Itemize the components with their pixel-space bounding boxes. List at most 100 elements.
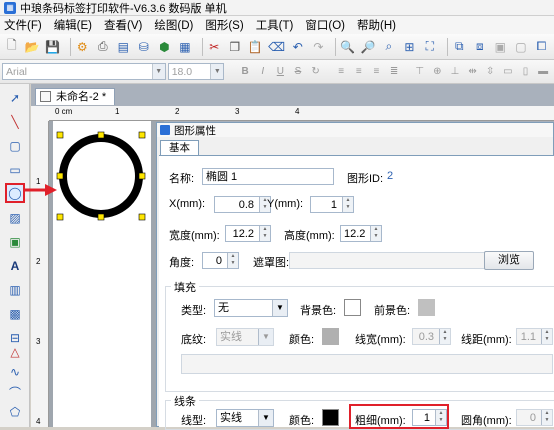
open-folder-icon[interactable]: 📂 (25, 38, 41, 56)
triangle-icon[interactable]: △ (5, 342, 25, 362)
menu-draw[interactable]: 绘图(D) (154, 17, 193, 33)
italic-icon[interactable]: I (256, 65, 270, 79)
align-bottom-icon[interactable]: ⊥ (448, 65, 462, 79)
label-page[interactable] (53, 121, 151, 427)
zoom-fit-icon[interactable]: ⌕ (381, 38, 397, 56)
arc-icon[interactable]: ⌒ (5, 382, 25, 402)
paste-icon[interactable]: 📋 (248, 38, 264, 56)
polygon-icon[interactable]: ⬠ (5, 402, 25, 422)
fullscreen-icon[interactable]: ⛶ (422, 38, 438, 56)
fill-color-swatch[interactable] (322, 328, 339, 345)
align-middle-icon[interactable]: ⊕ (431, 65, 445, 79)
browse-button[interactable]: 浏览 (484, 251, 534, 270)
strike-icon[interactable]: S (291, 65, 305, 79)
spinner-icon[interactable]: ▲ ▼ (435, 410, 446, 425)
undo-icon[interactable]: ↶ (290, 38, 306, 56)
bold-icon[interactable]: B (238, 65, 252, 79)
new-file-icon[interactable]: 🗋 (4, 38, 20, 56)
save-icon[interactable]: 💾 (45, 38, 61, 56)
underline-icon[interactable]: U (274, 65, 288, 79)
menu-view[interactable]: 查看(V) (104, 17, 142, 33)
menu-window[interactable]: 窗口(O) (305, 17, 345, 33)
fg-color-swatch[interactable] (418, 299, 435, 316)
height-input[interactable]: 12.2 ▲ ▼ (340, 225, 382, 242)
same-height-icon[interactable]: ▬ (536, 65, 550, 79)
database-icon[interactable]: ⛁ (136, 38, 152, 56)
qrcode-icon[interactable]: ▩ (5, 304, 25, 324)
draw-line-icon[interactable]: ╲ (5, 112, 25, 132)
spinner-icon[interactable]: ▲ ▼ (370, 226, 381, 241)
line-spacing-input[interactable]: 1.1 ▲ ▼ (516, 328, 553, 345)
spinner-icon[interactable]: ▲ ▼ (259, 226, 270, 241)
corner-radius-input[interactable]: 0 ▲ ▼ (516, 409, 553, 426)
image-icon[interactable]: ▨ (5, 208, 25, 228)
name-input[interactable]: 椭圆 1 (202, 168, 334, 185)
width-input[interactable]: 12.2 ▲ ▼ (225, 225, 271, 242)
select-pointer-icon[interactable]: ➚ (5, 88, 25, 108)
draw-rounded-rect-icon[interactable]: ▢ (5, 136, 25, 156)
tab-basic[interactable]: 基本 (160, 140, 199, 156)
ellipse-shape[interactable] (53, 121, 151, 241)
menu-edit[interactable]: 编辑(E) (54, 17, 92, 33)
bring-front-icon[interactable]: ⧉ (452, 38, 468, 56)
spinner-icon[interactable]: ▲ ▼ (342, 197, 353, 212)
document-tab[interactable]: 未命名-2 * (35, 88, 116, 105)
align-right-icon[interactable]: ≡ (370, 65, 384, 79)
rotate-icon[interactable]: ↻ (309, 65, 323, 79)
lock-icon[interactable]: ⧠ (534, 38, 550, 56)
barcode-icon[interactable]: ▥ (5, 280, 25, 300)
line-color-swatch[interactable] (322, 409, 339, 426)
draw-rect-icon[interactable]: ▭ (5, 160, 25, 180)
y-input[interactable]: 1 ▲ ▼ (310, 196, 354, 213)
picture-icon[interactable]: ▣ (5, 232, 25, 252)
spinner-icon[interactable]: ▲ ▼ (439, 329, 450, 344)
pattern-select[interactable]: 实线 ▼ (216, 328, 274, 346)
basic-panel: 名称: 椭圆 1 图形ID: 2 X(mm): 0.8 ▲ ▼ Y(mm): 1 … (159, 155, 554, 430)
delete-icon[interactable]: ⌫ (268, 38, 285, 56)
print-preview-icon[interactable]: ▤ (116, 38, 132, 56)
align-center-icon[interactable]: ≡ (352, 65, 366, 79)
same-width-icon[interactable]: ▯ (519, 65, 533, 79)
mask-input[interactable] (289, 252, 485, 269)
cube-icon[interactable]: ⬢ (157, 38, 173, 56)
curve-icon[interactable]: ∿ (5, 362, 25, 382)
fill-type-select[interactable]: 无 ▼ (214, 299, 288, 317)
menu-shape[interactable]: 图形(S) (205, 17, 243, 33)
distribute-v-icon[interactable]: ⇳ (483, 65, 497, 79)
zoom-out-icon[interactable]: 🔎 (361, 38, 377, 56)
font-size-select[interactable]: 18.0 ▼ (167, 63, 225, 80)
design-canvas[interactable] (49, 121, 164, 427)
spinner-icon[interactable]: ▲ ▼ (227, 253, 238, 268)
dialog-title-bar: 图形属性 (157, 123, 553, 137)
send-back-icon[interactable]: ⧈ (472, 38, 488, 56)
bg-color-swatch[interactable] (344, 299, 361, 316)
line-type-select[interactable]: 实线 ▼ (216, 409, 274, 427)
menu-file[interactable]: 文件(F) (4, 17, 42, 33)
distribute-h-icon[interactable]: ⇹ (466, 65, 480, 79)
cut-icon[interactable]: ✂ (207, 38, 223, 56)
angle-input[interactable]: 0 ▲ ▼ (202, 252, 239, 269)
zoom-page-icon[interactable]: ⊞ (402, 38, 418, 56)
settings-icon[interactable]: ⚙ (74, 38, 90, 56)
menu-tools[interactable]: 工具(T) (256, 17, 294, 33)
print-icon[interactable]: ⎙ (95, 38, 111, 56)
font-family-select[interactable]: Arial ▼ (2, 63, 166, 80)
text-icon[interactable]: A (5, 256, 25, 276)
align-top-icon[interactable]: ⊤ (413, 65, 427, 79)
align-left-icon[interactable]: ≡ (334, 65, 348, 79)
redo-icon[interactable]: ↷ (311, 38, 327, 56)
grid-icon[interactable]: ▦ (177, 38, 193, 56)
line-width-input[interactable]: 0.3 ▲ ▼ (412, 328, 451, 345)
zoom-in-icon[interactable]: 🔍 (340, 38, 356, 56)
spinner-icon[interactable]: ▲ ▼ (541, 329, 552, 344)
same-size-icon[interactable]: ▭ (501, 65, 515, 79)
thickness-input[interactable]: 1 ▲ ▼ (412, 409, 447, 426)
spinner-icon[interactable]: ▲ ▼ (541, 410, 552, 425)
group-icon[interactable]: ▣ (493, 38, 509, 56)
menu-help[interactable]: 帮助(H) (357, 17, 396, 33)
toolbar-separator (69, 37, 71, 56)
align-justify-icon[interactable]: ≣ (387, 65, 401, 79)
ungroup-icon[interactable]: ▢ (513, 38, 529, 56)
copy-icon[interactable]: ❐ (227, 38, 243, 56)
x-input[interactable]: 0.8 ▲ ▼ (214, 196, 271, 213)
